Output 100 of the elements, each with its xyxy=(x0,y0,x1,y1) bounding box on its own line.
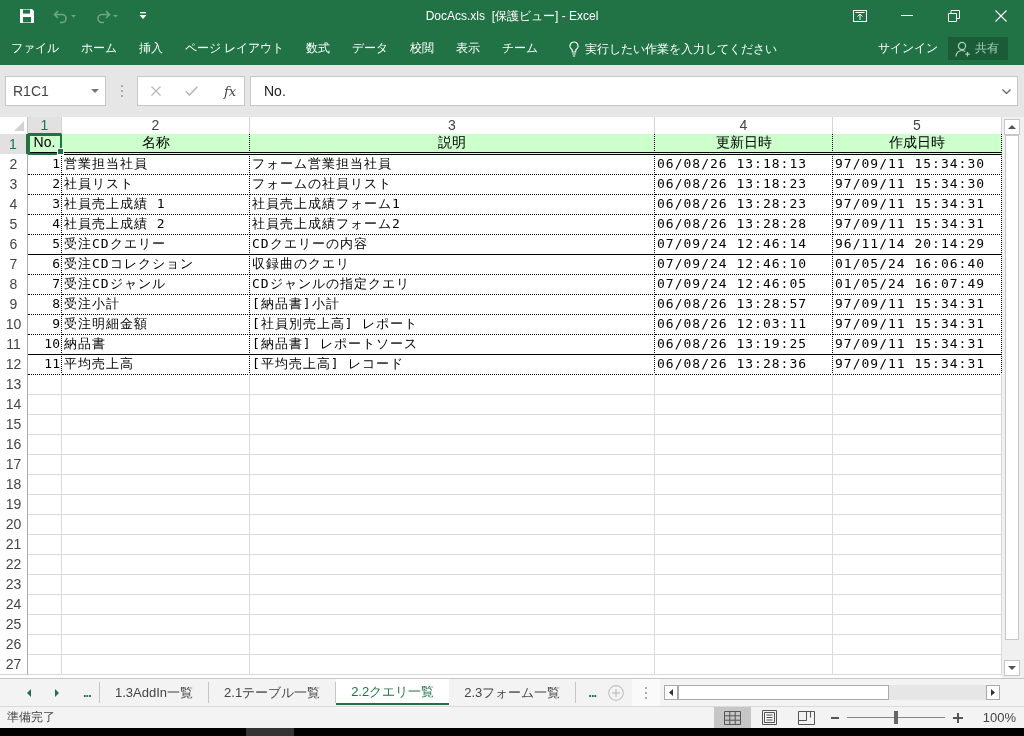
table-cell: 5 xyxy=(28,234,62,255)
ribbon-tab[interactable]: 表示 xyxy=(445,37,492,60)
restore-icon[interactable] xyxy=(947,10,960,22)
column-heading-cell: 更新日時 xyxy=(655,134,833,155)
zoom-out-minus-icon[interactable] xyxy=(830,716,839,719)
name-box[interactable]: R1C1 xyxy=(5,76,106,106)
row-header[interactable]: 11 xyxy=(0,334,28,355)
insert-function-button[interactable]: fx xyxy=(224,83,237,99)
row-header[interactable]: 17 xyxy=(0,454,28,475)
zoom-in-plus-icon[interactable] xyxy=(952,712,963,723)
table-cell: [平均売上高] レコード xyxy=(250,354,655,375)
row-header[interactable]: 25 xyxy=(0,614,28,635)
row-header[interactable]: 19 xyxy=(0,494,28,515)
view-button[interactable] xyxy=(713,707,751,728)
sheet-tab[interactable]: 2.3フォーム一覧 xyxy=(449,682,577,703)
row-header[interactable]: 9 xyxy=(0,294,28,315)
page-layout-icon xyxy=(761,710,777,725)
table-cell: 11 xyxy=(28,354,62,375)
previous-sheet-arrow-icon[interactable] xyxy=(27,688,31,697)
row-header[interactable]: 5 xyxy=(0,214,28,235)
table-cell: [納品書] レポートソース xyxy=(250,334,655,355)
scrollbar-thumb[interactable] xyxy=(1005,135,1019,640)
ribbon-tab[interactable]: ページ レイアウト xyxy=(174,37,296,60)
row-header[interactable]: 13 xyxy=(0,374,28,395)
table-cell: [社員別売上高] レポート xyxy=(250,314,655,335)
row-header[interactable]: 7 xyxy=(0,254,28,275)
minimize-icon[interactable] xyxy=(900,15,913,17)
sheet-tab[interactable]: 1.3AddIn一覧 xyxy=(100,682,210,703)
table-cell: 1 xyxy=(28,154,62,175)
close-icon[interactable] xyxy=(994,10,1007,22)
grid-view-icon xyxy=(723,710,741,725)
table-cell: 社員売上成績フォーム1 xyxy=(250,194,655,215)
ribbon-tab[interactable]: ファイル xyxy=(0,37,70,60)
ribbon-tab[interactable]: ホーム xyxy=(70,37,128,60)
row-header[interactable]: 4 xyxy=(0,194,28,215)
person-add-icon xyxy=(955,40,971,57)
table-cell: 06/08/26 12:03:11 xyxy=(655,314,833,335)
splitter-handle-icon[interactable] xyxy=(645,686,648,699)
status-text: 準備完了 xyxy=(6,709,55,726)
next-sheet-arrow-icon[interactable] xyxy=(55,688,59,697)
table-cell: 受注CDコレクション xyxy=(62,254,250,275)
lightbulb-icon xyxy=(569,40,580,57)
save-icon[interactable] xyxy=(19,8,35,24)
tell-me-search-field[interactable]: 実行したい作業を入力してください xyxy=(585,39,791,58)
page-break-icon xyxy=(797,710,815,725)
more-sheets-link[interactable]: ... xyxy=(588,685,597,700)
table-cell: 06/08/26 13:28:28 xyxy=(655,214,833,235)
row-header[interactable]: 21 xyxy=(0,534,28,555)
row-header[interactable]: 22 xyxy=(0,554,28,575)
table-cell: 10 xyxy=(28,334,62,355)
sign-in-link[interactable]: サインイン xyxy=(878,40,938,57)
table-cell: 06/08/26 13:28:23 xyxy=(655,194,833,215)
dropdown-caret-icon[interactable] xyxy=(91,89,99,93)
table-cell: 9 xyxy=(28,314,62,335)
row-header[interactable]: 14 xyxy=(0,394,28,415)
drag-handle-icon xyxy=(121,85,123,97)
row-header[interactable]: 27 xyxy=(0,654,28,675)
customize-toolbar-icon[interactable] xyxy=(139,12,147,20)
row-header[interactable]: 26 xyxy=(0,634,28,655)
row-header[interactable]: 12 xyxy=(0,354,28,375)
ribbon-tab[interactable]: 数式 xyxy=(295,37,342,60)
expand-chevron-icon[interactable] xyxy=(1002,88,1011,94)
ribbon-tab[interactable]: チーム xyxy=(491,37,550,60)
table-cell: 受注CDジャンル xyxy=(62,274,250,295)
table-cell: 受注明細金額 xyxy=(62,314,250,335)
formula-field[interactable]: No. xyxy=(250,76,1018,106)
table-cell: 営業担当社員 xyxy=(62,154,250,175)
table-cell: 07/09/24 12:46:10 xyxy=(655,254,833,275)
row-header[interactable]: 16 xyxy=(0,434,28,455)
column-heading-cell: 説明 xyxy=(250,134,655,155)
more-sheets-link[interactable]: ... xyxy=(83,685,91,700)
ribbon-tab[interactable]: 校閲 xyxy=(399,37,446,60)
row-header[interactable]: 6 xyxy=(0,234,28,255)
ribbon-display-options-icon[interactable] xyxy=(852,10,867,22)
column-heading-cell: 名称 xyxy=(62,134,250,155)
scrollbar-thumb[interactable] xyxy=(678,685,890,700)
table-cell: 社員売上成績 2 xyxy=(62,214,250,235)
row-header[interactable]: 10 xyxy=(0,314,28,335)
ribbon-tab[interactable]: 挿入 xyxy=(128,37,174,60)
sheet-tab[interactable]: 2.2クエリ一覧 xyxy=(336,679,450,705)
table-cell: CDクエリーの内容 xyxy=(250,234,655,255)
row-header[interactable]: 18 xyxy=(0,474,28,495)
row-header[interactable]: 15 xyxy=(0,414,28,435)
row-header[interactable]: 23 xyxy=(0,574,28,595)
table-cell: 受注CDクエリー xyxy=(62,234,250,255)
fill-handle[interactable] xyxy=(57,148,64,155)
column-header[interactable]: 1 xyxy=(28,117,62,135)
row-header[interactable]: 1 xyxy=(0,134,28,155)
row-header[interactable]: 8 xyxy=(0,274,28,295)
row-header[interactable]: 2 xyxy=(0,154,28,175)
row-header[interactable]: 3 xyxy=(0,174,28,195)
vertical-scrollbar[interactable] xyxy=(1002,117,1024,678)
table-cell: 2 xyxy=(28,174,62,195)
table-cell: 07/09/24 12:46:14 xyxy=(655,234,833,255)
row-header[interactable]: 20 xyxy=(0,514,28,535)
zoom-level-text[interactable]: 100% xyxy=(982,710,1016,725)
ribbon-tab[interactable]: データ xyxy=(341,37,400,60)
row-header[interactable]: 24 xyxy=(0,594,28,615)
zoom-slider-thumb[interactable] xyxy=(893,711,898,724)
window-title: DocAcs.xls [保護ビュー] - Excel xyxy=(425,7,599,25)
